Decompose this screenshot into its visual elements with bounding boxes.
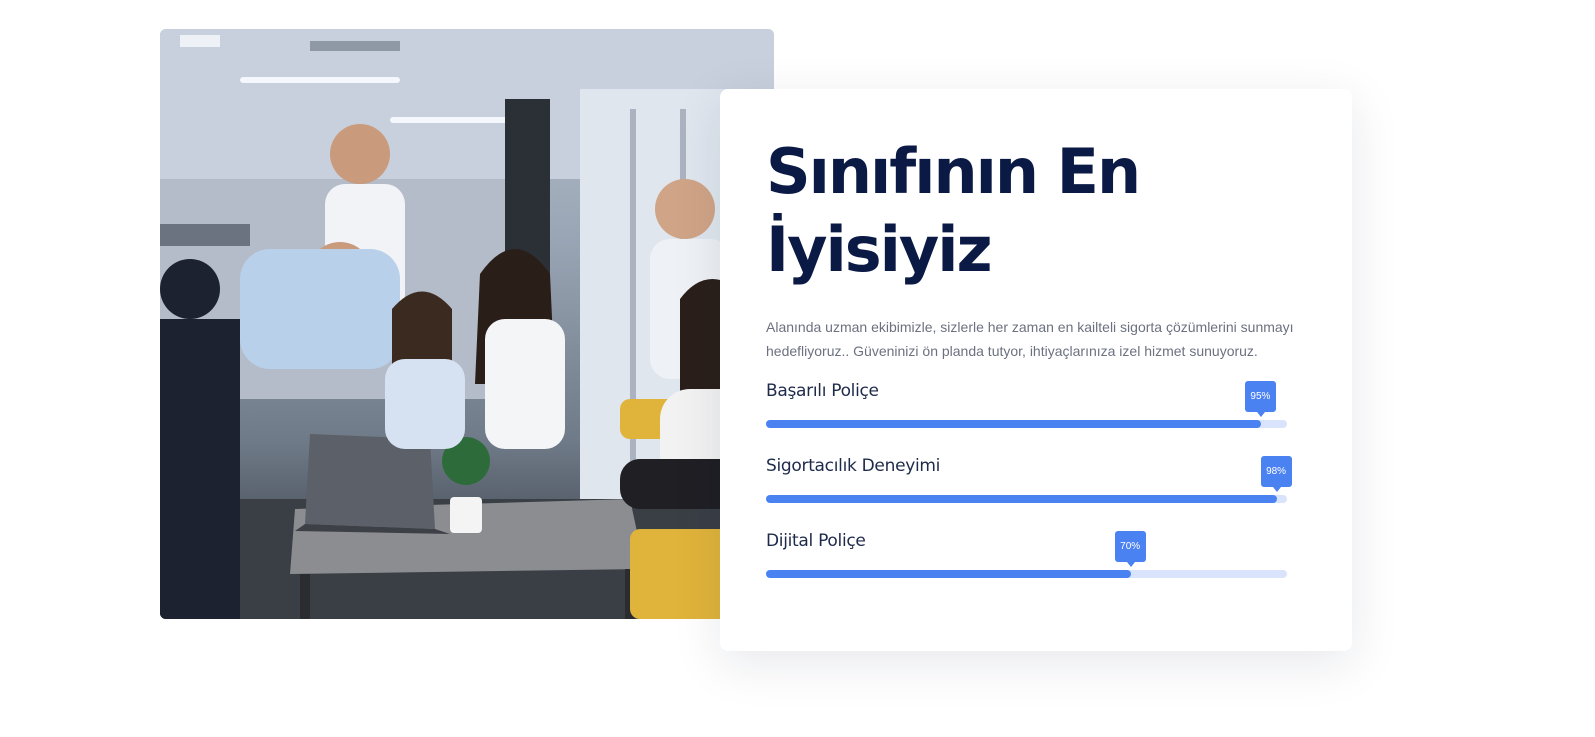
progress-badge: 95% [1244,381,1276,417]
section-title: Sınıfının En İyisiyiz [766,133,1286,289]
skill-label: Sigortacılık Deneyimi [766,456,941,476]
team-photo [160,29,774,619]
progress-badge: 98% [1260,456,1292,492]
skill-sigortacilik-deneyimi: Sigortacılık Deneyimi 98% [766,456,1292,516]
team-photo-illustration [160,29,774,619]
about-card: Sınıfının En İyisiyiz Alanında uzman eki… [720,89,1352,651]
progress-badge: 70% [1114,531,1146,567]
section-title-line-2: İyisiyiz [766,213,993,286]
progress-fill [766,420,1261,428]
section-title-line-1: Sınıfının En [766,135,1141,208]
skill-basarili-police: Başarılı Poliçe 95% [766,381,1287,441]
progress-track: 95% [766,381,1287,428]
section-description: Alanında uzman ekibimizle, sizlerle her … [766,319,1294,359]
progress-track: 98% [766,456,1292,503]
progress-track: 70% [766,531,1287,578]
skill-label: Dijital Poliçe [766,531,866,551]
progress-fill [766,570,1131,578]
skill-dijital-police: Dijital Poliçe 70% [766,531,1287,591]
skill-label: Başarılı Poliçe [766,381,879,401]
page: Sınıfının En İyisiyiz Alanında uzman eki… [0,0,1595,737]
progress-fill [766,495,1277,503]
